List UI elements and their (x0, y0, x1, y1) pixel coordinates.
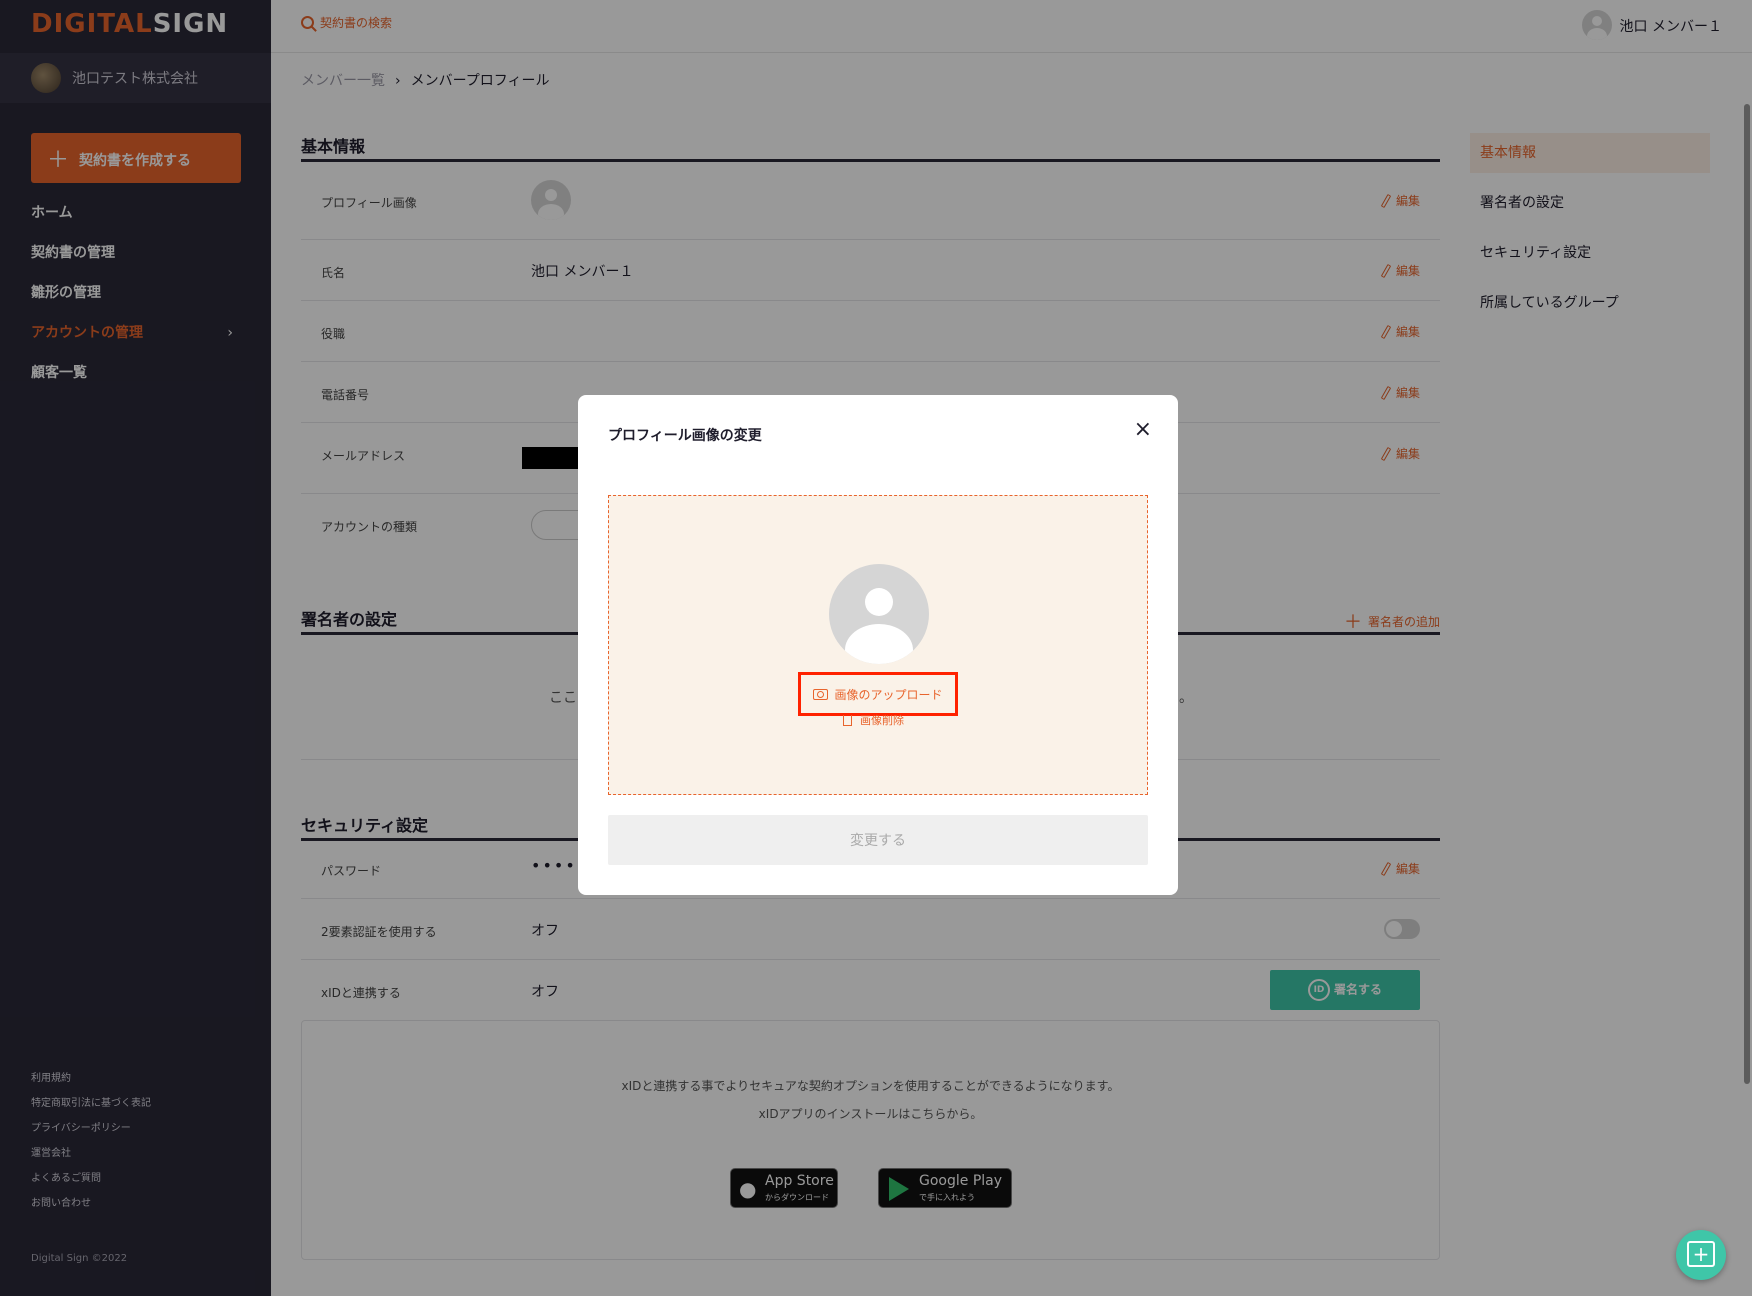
avatar (829, 564, 929, 664)
trash-icon (843, 715, 852, 726)
camera-icon (813, 688, 829, 700)
delete-image-button[interactable]: 画像削除 (843, 712, 904, 728)
upload-image-button[interactable]: 画像のアップロード (798, 672, 958, 716)
chat-button[interactable]: + (1676, 1230, 1726, 1280)
modal-title: プロフィール画像の変更 (608, 428, 762, 444)
submit-change-button[interactable]: 変更する (608, 815, 1148, 865)
chat-plus-icon: + (1687, 1241, 1715, 1267)
image-drop-zone[interactable]: 画像のアップロード 画像削除 (608, 495, 1148, 795)
delete-image-label: 画像削除 (860, 714, 904, 727)
close-icon[interactable]: × (1134, 417, 1152, 442)
profile-image-modal: プロフィール画像の変更 × 画像のアップロード 画像削除 変更する (578, 395, 1178, 895)
upload-image-label: 画像のアップロード (834, 687, 943, 702)
